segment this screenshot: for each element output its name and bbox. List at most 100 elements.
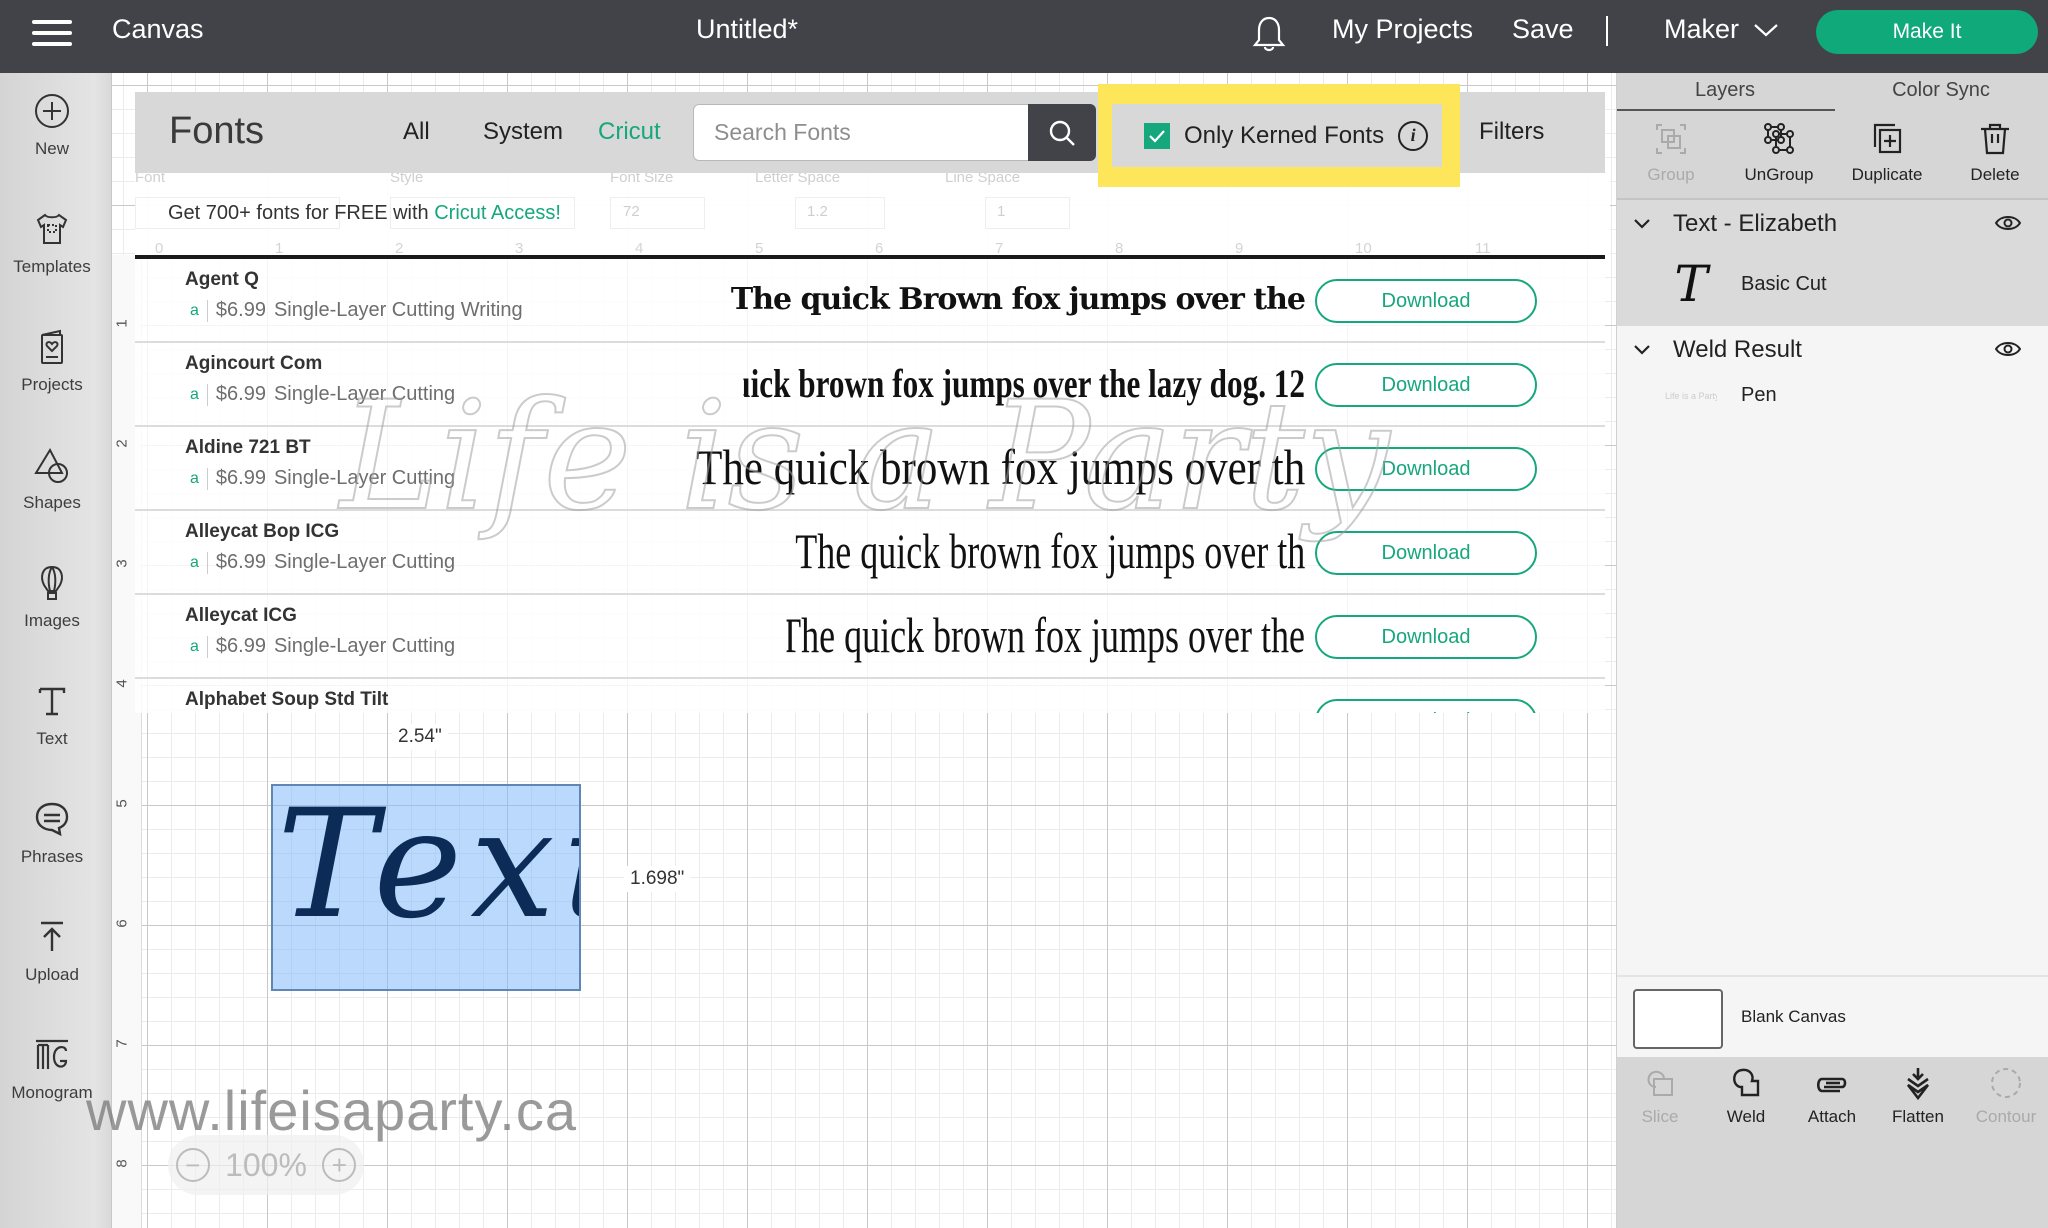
zoom-in-button[interactable]: + [322,1148,357,1182]
sidebar-item-label: Upload [25,965,79,984]
sidebar-item-label: New [34,139,69,158]
fonts-panel-title: Fonts [169,110,265,152]
chevron-down-icon[interactable] [1633,344,1651,356]
layer-item[interactable]: T Basic Cut [1665,255,1827,313]
tab-cricut[interactable]: Cricut [598,118,661,146]
upload-icon [41,921,63,951]
flatten-button[interactable]: Flatten [1875,1065,1961,1127]
sidebar-item-label: Templates [13,257,91,276]
sidebar-item-text[interactable]: Text [0,681,104,749]
layer-label: Basic Cut [1741,272,1827,295]
tab-layers[interactable]: Layers [1617,79,1833,102]
download-button[interactable]: Download [1315,447,1537,491]
sidebar-item-projects[interactable]: Projects [0,327,104,395]
layer-group[interactable]: Weld Result Life is a Party Pen [1617,326,2048,446]
font-list-item[interactable]: Alphabet Soup Std Tilt THE QUICK BROWN F… [135,679,1605,713]
document-title[interactable]: Untitled* [696,14,798,45]
weld-button[interactable]: Weld [1703,1065,1789,1127]
kerned-icon: a [190,469,199,487]
download-button[interactable]: Download [1315,279,1537,323]
monogram-icon [36,1039,68,1069]
group-button[interactable]: Group [1617,121,1725,185]
tshirt-icon [36,213,68,244]
panel-footer [1617,1137,2048,1228]
layer-group[interactable]: Text - Elizabeth T Basic Cut [1617,200,2048,326]
checkbox-checked[interactable] [1144,122,1170,149]
blank-canvas-layer[interactable]: Blank Canvas [1617,975,2048,1057]
canvas-swatch[interactable] [1633,989,1723,1049]
sidebar-item-templates[interactable]: Templates [0,209,104,277]
left-sidebar: New Templates Projects Shapes Images Tex… [0,73,112,1228]
font-list-item[interactable]: Alleycat ICG a $6.99 Single-Layer Cutting … [135,595,1605,679]
download-button[interactable]: Download [1315,531,1537,575]
layer-group-header[interactable]: Text - Elizabeth [1633,210,1837,238]
make-it-button[interactable]: Make It [1816,10,2038,54]
tab-all[interactable]: All [403,118,430,146]
eye-icon[interactable] [1995,214,2021,232]
ungroup-button[interactable]: UnGroup [1725,121,1833,185]
font-list-item[interactable]: Alleycat Bop ICG a $6.99 Single-Layer Cutt… [135,511,1605,595]
font-tags: Single-Layer Cutting Writing [273,299,523,321]
filters-button[interactable]: Filters [1479,118,1544,146]
search-icon [1049,120,1075,146]
search-button[interactable] [1028,104,1096,161]
sidebar-item-phrases[interactable]: Phrases [0,799,104,867]
bell-icon[interactable] [1252,14,1286,54]
search-fonts-field[interactable] [693,104,1031,161]
contour-button[interactable]: Contour [1963,1065,2048,1127]
selected-text-object[interactable]: Text [271,784,581,991]
save-button[interactable]: Save [1512,14,1574,45]
contour-label: Contour [1975,1107,2037,1126]
cricut-access-link[interactable]: Cricut Access! [434,202,561,224]
chevron-down-icon[interactable] [1633,218,1651,230]
card-heart-icon [41,329,63,364]
layer-item[interactable]: Life is a Party Pen [1665,384,1777,407]
slice-button[interactable]: Slice [1617,1065,1703,1127]
font-preview: The quick brown fox jumps over th [695,439,1305,495]
font-name: Alleycat ICG [185,605,297,626]
zoom-out-button[interactable]: − [175,1148,210,1182]
ruler-tick-label: 8 [113,1159,131,1168]
tab-color-sync[interactable]: Color Sync [1833,79,2048,102]
info-icon[interactable]: i [1398,120,1429,151]
layer-tools: Slice Weld Attach Flatten Contour [1617,1057,2048,1137]
font-preview: THE QUICK BROWN FOX [948,701,1305,713]
font-list[interactable]: Agent Q a $6.99 Single-Layer Cutting Writi… [135,259,1605,713]
layer-thumbnail: T [1674,255,1708,313]
slice-icon [1647,1070,1673,1096]
chevron-down-icon [1754,23,1778,36]
sidebar-item-monogram[interactable]: Monogram [0,1035,104,1103]
speech-bubble-icon [35,802,69,837]
sidebar-item-images[interactable]: Images [0,563,104,631]
font-price: $6.99 [215,299,266,321]
eye-icon[interactable] [1995,340,2021,358]
tab-system[interactable]: System [483,118,563,146]
text-object-content: Text [277,784,579,952]
layer-group-header[interactable]: Weld Result [1633,336,1802,364]
download-button[interactable]: Download [1315,363,1537,407]
download-button[interactable]: Download [1315,615,1537,659]
sidebar-item-upload[interactable]: Upload [0,917,104,985]
layer-thumbnail: Life is a Party [1665,390,1717,401]
download-button[interactable]: Download [1315,699,1537,713]
delete-button[interactable]: Delete [1941,121,2048,185]
font-list-item[interactable]: Agent Q a $6.99 Single-Layer Cutting Writi… [135,259,1605,343]
ruler-tick-label: 6 [113,919,131,928]
font-list-item[interactable]: Aldine 721 BT a $6.99 Single-Layer Cutting… [135,427,1605,511]
font-list-item[interactable]: Agincourt Com a $6.99 Single-Layer Cutting… [135,343,1605,427]
menu-icon[interactable] [32,18,72,48]
height-dimension-label: 1.698" [624,866,691,892]
attach-button[interactable]: Attach [1789,1065,1875,1127]
my-projects-link[interactable]: My Projects [1332,14,1473,45]
only-kerned-fonts-toggle[interactable]: Only Kerned Fonts i [1112,104,1442,167]
sidebar-item-new[interactable]: New [0,91,104,159]
search-fonts-input[interactable] [694,105,1030,160]
duplicate-button[interactable]: Duplicate [1833,121,1941,185]
font-name: Agincourt Com [185,353,323,374]
font-preview: The quick brown fox jumps over th [795,523,1305,579]
duplicate-icon [1873,123,1902,154]
sidebar-item-label: Text [36,729,68,748]
sidebar-item-shapes[interactable]: Shapes [0,445,104,513]
sidebar-item-label: Projects [21,375,83,394]
machine-selector[interactable]: Maker [1664,14,1779,45]
